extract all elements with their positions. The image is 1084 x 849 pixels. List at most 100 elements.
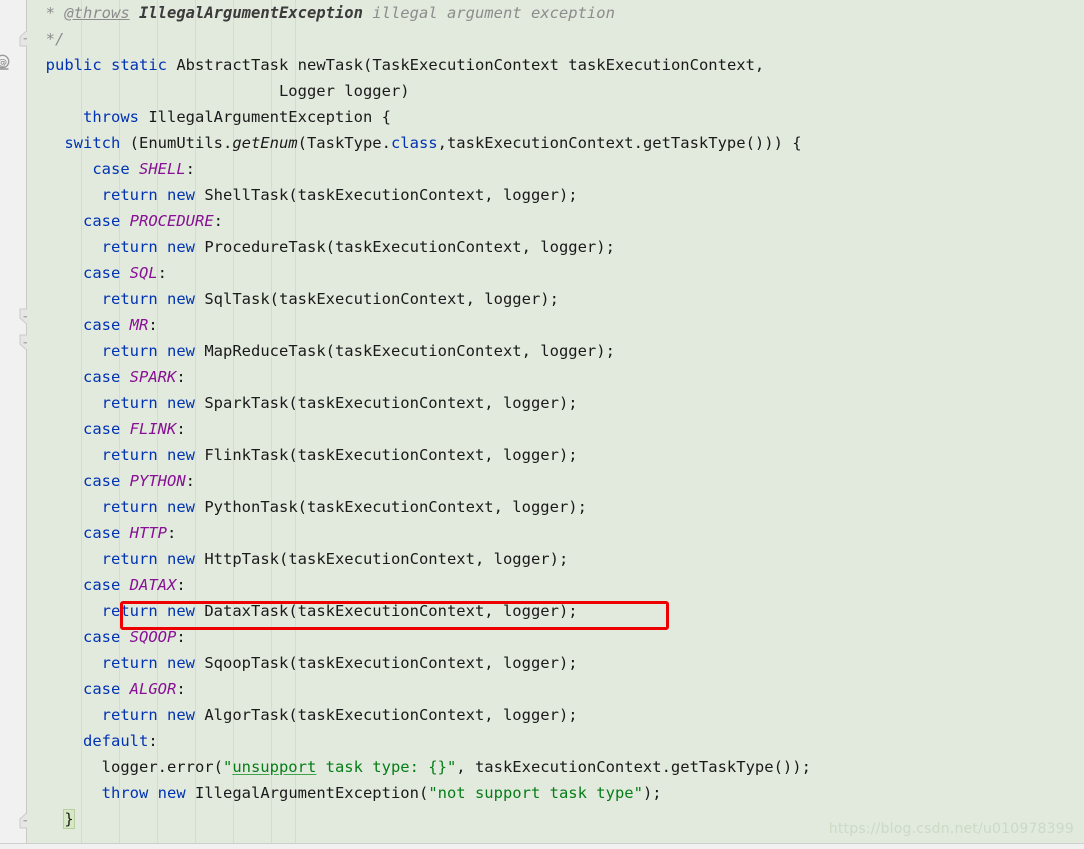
code-line[interactable]: return new SparkTask(taskExecutionContex… (27, 390, 1084, 416)
code-line[interactable]: default: (27, 728, 1084, 754)
code-line[interactable]: return new PythonTask(taskExecutionConte… (27, 494, 1084, 520)
code-line[interactable]: case SHELL: (27, 156, 1084, 182)
code-token: case (83, 264, 121, 282)
code-token: : (185, 160, 196, 178)
override-method-icon[interactable]: @ (0, 54, 11, 71)
source-code[interactable]: * @throws IllegalArgumentException illeg… (27, 0, 1084, 832)
code-token: : (176, 368, 186, 386)
code-token: ,taskExecutionContext.getTaskType())) { (437, 134, 802, 152)
code-token: case (83, 628, 121, 646)
code-token: case (83, 212, 121, 230)
code-token: AlgorTask(taskExecutionContext, logger); (195, 706, 578, 724)
code-line[interactable]: case MR: (27, 312, 1084, 338)
code-token: public (45, 56, 102, 74)
code-token: SHELL (139, 160, 186, 178)
editor-gutter: @ (0, 0, 34, 843)
code-token: return (101, 446, 158, 464)
code-line[interactable]: logger.error("unsupport task type: {}", … (27, 754, 1084, 780)
code-line[interactable]: throws IllegalArgumentException { (27, 104, 1084, 130)
code-line[interactable]: return new AlgorTask(taskExecutionContex… (27, 702, 1084, 728)
code-token: , taskExecutionContext.getTaskType()); (456, 758, 811, 776)
code-token: : (185, 472, 196, 490)
code-token: * (27, 4, 65, 22)
code-line[interactable]: public static AbstractTask newTask(TaskE… (27, 52, 1084, 78)
code-token: newTask (297, 56, 363, 74)
code-token: return (101, 186, 158, 204)
code-line[interactable]: case ALGOR: (27, 676, 1084, 702)
code-token: SqoopTask(taskExecutionContext, logger); (195, 654, 578, 672)
code-token: case (83, 368, 121, 386)
code-token: return (101, 602, 158, 620)
code-line[interactable]: case HTTP: (27, 520, 1084, 546)
code-token: : (167, 524, 177, 542)
code-line[interactable]: return new DataxTask(taskExecutionContex… (27, 598, 1084, 624)
code-line[interactable]: case SQL: (27, 260, 1084, 286)
editor-text-area[interactable]: * @throws IllegalArgumentException illeg… (27, 0, 1084, 843)
code-token: : (176, 420, 186, 438)
code-token: return (101, 342, 158, 360)
code-line[interactable]: return new FlinkTask(taskExecutionContex… (27, 442, 1084, 468)
code-token: logger.error( (27, 758, 223, 776)
code-token: case (83, 472, 121, 490)
code-token: IllegalArgumentException { (139, 108, 391, 126)
code-token: case (83, 420, 121, 438)
code-token: */ (27, 30, 65, 48)
code-token: case (83, 316, 121, 334)
code-line[interactable]: return new ShellTask(taskExecutionContex… (27, 182, 1084, 208)
code-line[interactable]: switch (EnumUtils.getEnum(TaskType.class… (27, 130, 1084, 156)
code-line[interactable]: case PYTHON: (27, 468, 1084, 494)
code-line[interactable]: case SPARK: (27, 364, 1084, 390)
code-token: " (222, 758, 233, 776)
code-token: return (101, 290, 158, 308)
code-token: FlinkTask(taskExecutionContext, logger); (195, 446, 578, 464)
code-token: illegal argument exception (362, 4, 615, 22)
code-line[interactable]: case SQOOP: (27, 624, 1084, 650)
code-line[interactable]: return new SqlTask(taskExecutionContext,… (27, 286, 1084, 312)
code-line[interactable]: return new HttpTask(taskExecutionContext… (27, 546, 1084, 572)
code-line[interactable]: case PROCEDURE: (27, 208, 1084, 234)
code-line[interactable]: case FLINK: (27, 416, 1084, 442)
code-token: new (167, 498, 195, 516)
code-line[interactable]: return new SqoopTask(taskExecutionContex… (27, 650, 1084, 676)
code-token: SparkTask(taskExecutionContext, logger); (195, 394, 578, 412)
code-token: DATAX (129, 576, 177, 594)
code-line[interactable]: return new ProcedureTask(taskExecutionCo… (27, 234, 1084, 260)
code-token: HTTP (129, 524, 167, 542)
code-token: case (92, 160, 130, 178)
code-line[interactable]: * @throws IllegalArgumentException illeg… (27, 0, 1084, 26)
code-token: return (101, 550, 158, 568)
code-line[interactable]: case DATAX: (27, 572, 1084, 598)
code-token: default (83, 732, 149, 750)
code-line[interactable]: return new MapReduceTask(taskExecutionCo… (27, 338, 1084, 364)
code-line[interactable]: throw new IllegalArgumentException("not … (27, 780, 1084, 806)
code-token: new (167, 394, 195, 412)
code-line[interactable]: Logger logger) (27, 78, 1084, 104)
code-token: SQOOP (129, 628, 177, 646)
code-line[interactable]: */ (27, 26, 1084, 52)
code-token: SPARK (129, 368, 177, 386)
code-token: : (176, 576, 186, 594)
code-token: return (101, 394, 158, 412)
